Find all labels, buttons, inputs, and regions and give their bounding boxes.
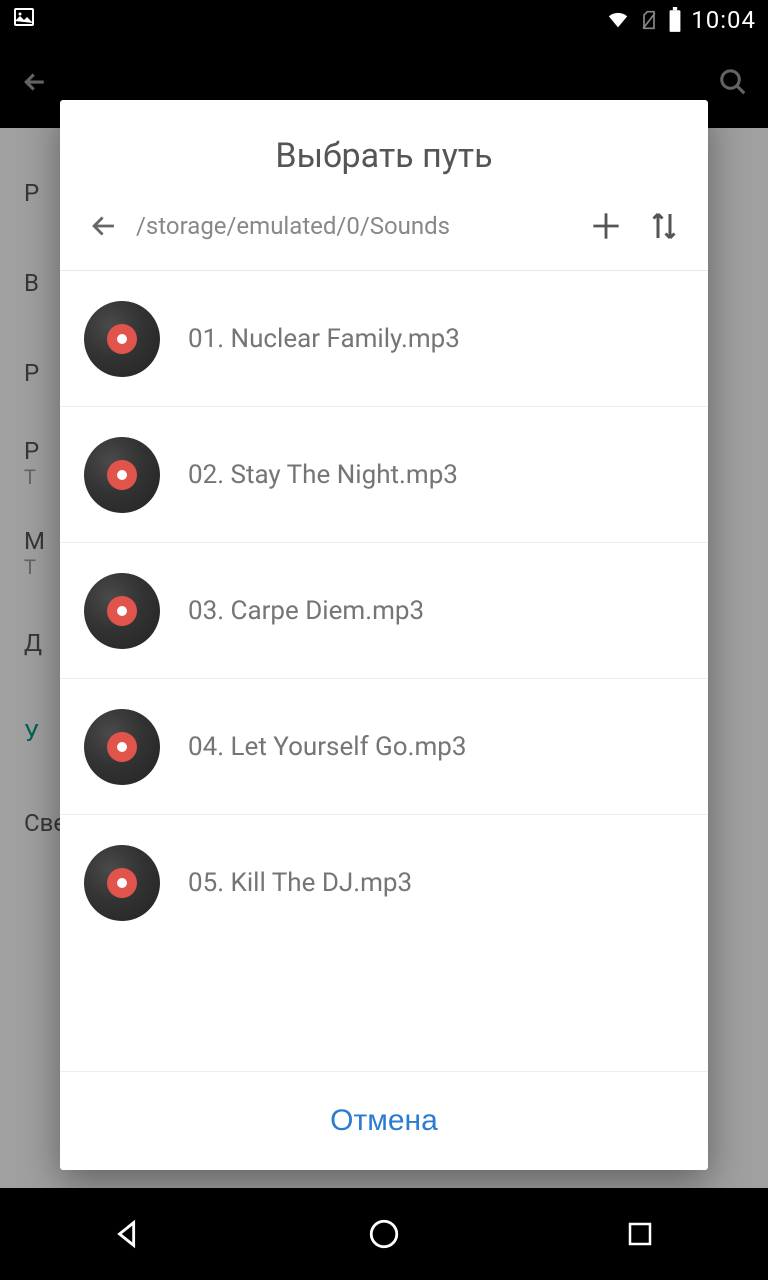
file-name: 01. Nuclear Family.mp3: [188, 324, 460, 354]
wifi-icon: [605, 9, 631, 31]
file-item[interactable]: 03. Carpe Diem.mp3: [60, 543, 708, 679]
dialog-footer: Отмена: [60, 1071, 708, 1170]
up-button[interactable]: [78, 200, 130, 252]
nav-recent-button[interactable]: [580, 1204, 700, 1264]
file-name: 05. Kill The DJ.mp3: [188, 868, 412, 898]
vinyl-record-icon: [84, 437, 160, 513]
file-item[interactable]: 01. Nuclear Family.mp3: [60, 271, 708, 407]
vinyl-record-icon: [84, 301, 160, 377]
file-name: 03. Carpe Diem.mp3: [188, 596, 424, 626]
sort-button[interactable]: [638, 200, 690, 252]
navigation-bar: [0, 1188, 768, 1280]
sim-icon: [639, 8, 659, 32]
status-time: 10:04: [691, 6, 756, 34]
nav-home-button[interactable]: [324, 1204, 444, 1264]
file-item[interactable]: 05. Kill The DJ.mp3: [60, 815, 708, 951]
image-icon: [12, 5, 36, 35]
status-bar: 10:04: [0, 0, 768, 40]
add-button[interactable]: [580, 200, 632, 252]
file-item[interactable]: 04. Let Yourself Go.mp3: [60, 679, 708, 815]
vinyl-record-icon: [84, 709, 160, 785]
file-picker-dialog: Выбрать путь /storage/emulated/0/Sounds …: [60, 100, 708, 1170]
dialog-title: Выбрать путь: [60, 100, 708, 200]
vinyl-record-icon: [84, 845, 160, 921]
file-name: 04. Let Yourself Go.mp3: [188, 732, 466, 762]
path-row: /storage/emulated/0/Sounds: [60, 200, 708, 270]
file-item[interactable]: 02. Stay The Night.mp3: [60, 407, 708, 543]
cancel-button[interactable]: Отмена: [330, 1104, 438, 1138]
battery-icon: [667, 7, 683, 33]
file-list[interactable]: 01. Nuclear Family.mp3 02. Stay The Night…: [60, 271, 708, 1071]
nav-back-button[interactable]: [68, 1204, 188, 1264]
current-path: /storage/emulated/0/Sounds: [136, 212, 574, 240]
vinyl-record-icon: [84, 573, 160, 649]
file-name: 02. Stay The Night.mp3: [188, 460, 458, 490]
